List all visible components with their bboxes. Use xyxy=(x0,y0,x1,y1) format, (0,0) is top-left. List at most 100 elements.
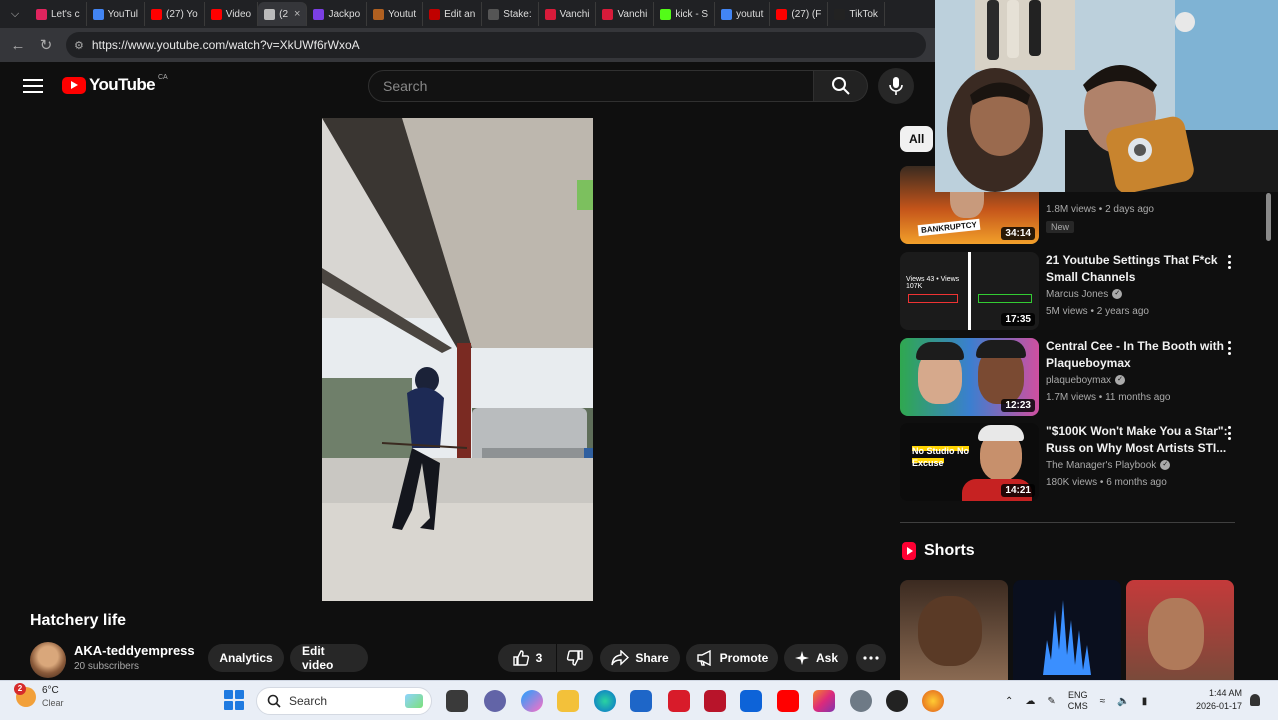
browser-tab[interactable]: Vanchi xyxy=(539,2,597,26)
site-info-icon[interactable]: ⚙ xyxy=(74,39,84,52)
shorts-header: Shorts xyxy=(902,542,975,560)
dropbox-icon[interactable] xyxy=(740,690,762,712)
notification-bell-icon[interactable] xyxy=(1250,694,1260,706)
tab-close-icon[interactable]: × xyxy=(294,8,300,20)
share-icon xyxy=(611,650,630,666)
search-button[interactable] xyxy=(814,70,868,102)
tab-label: Edit an xyxy=(444,8,476,20)
browser-tab[interactable]: (27) Yo xyxy=(145,2,205,26)
browser-tab[interactable]: (2 × xyxy=(258,2,308,26)
sidebar-scrollbar[interactable] xyxy=(1266,193,1271,241)
thumbs-down-icon xyxy=(566,650,583,666)
chat-icon[interactable] xyxy=(484,690,506,712)
short-thumbnail[interactable] xyxy=(1013,580,1121,680)
url-field[interactable]: ⚙ https://www.youtube.com/watch?v=XkUWf6… xyxy=(66,32,926,58)
file-explorer-icon[interactable] xyxy=(557,690,579,712)
recommended-video[interactable]: No Studio No Excuse 14:21 "$100K Won't M… xyxy=(900,423,1270,503)
promote-button[interactable]: Promote xyxy=(686,644,778,672)
recommended-video[interactable]: Views 43 • Views 107K 17:35 21 Youtube S… xyxy=(900,252,1270,332)
clock[interactable]: 1:44 AM 2026-01-17 xyxy=(1192,687,1242,713)
tab-search-icon[interactable]: ⌵ xyxy=(0,0,30,28)
mcafee-icon[interactable] xyxy=(704,690,726,712)
screen: ⌵ Let's c YouTul (27) Yo Video (2 × Jackpo Yout… xyxy=(0,0,1278,720)
youtube-app-icon[interactable] xyxy=(777,690,799,712)
youtube-logo[interactable]: YouTube CA xyxy=(62,74,168,95)
browser-tab[interactable]: Video xyxy=(205,2,259,26)
language-indicator[interactable]: ENG CMS xyxy=(1068,690,1088,712)
browser-tab[interactable]: Let's c xyxy=(30,2,87,26)
browser-tab[interactable]: (27) (F xyxy=(770,2,829,26)
browser-tab[interactable]: Stake: xyxy=(482,2,539,26)
video-duration: 14:21 xyxy=(1001,484,1035,497)
app-icon-red[interactable] xyxy=(668,690,690,712)
browser-tab[interactable]: Vanchi xyxy=(596,2,655,26)
browser-tab[interactable]: Jackpo xyxy=(307,2,368,26)
edit-video-button[interactable]: Edit video xyxy=(290,644,368,672)
reload-icon[interactable]: ↻ xyxy=(32,31,60,59)
edge-browser-icon[interactable] xyxy=(594,690,616,712)
browser-tab[interactable]: TikTok xyxy=(828,2,885,26)
dislike-button[interactable] xyxy=(557,644,593,672)
channel-name[interactable]: AKA-teddyempress xyxy=(74,643,195,658)
share-button[interactable]: Share xyxy=(600,644,680,672)
more-horizontal-icon xyxy=(863,656,879,660)
channel-name-text: The Manager's Playbook xyxy=(1046,460,1157,471)
url-text: https://www.youtube.com/watch?v=XkUWf6rW… xyxy=(91,38,360,52)
search-input[interactable]: Search xyxy=(368,70,814,102)
ask-button[interactable]: Ask xyxy=(784,644,848,672)
back-arrow-icon[interactable]: ← xyxy=(4,31,32,59)
tab-favicon-icon xyxy=(210,8,222,20)
youtube-play-icon xyxy=(62,76,86,94)
short-thumbnail[interactable] xyxy=(1126,580,1234,680)
chevron-up-icon[interactable]: ⌃ xyxy=(1005,696,1013,707)
video-thumbnail[interactable]: No Studio No Excuse 14:21 xyxy=(900,423,1039,501)
tab-favicon-icon xyxy=(313,8,325,20)
tab-favicon-icon xyxy=(151,8,162,20)
more-actions-button[interactable] xyxy=(856,644,886,672)
hamburger-menu-icon[interactable] xyxy=(22,76,44,96)
app-icon-orange[interactable] xyxy=(922,690,944,712)
channel-name-text: Marcus Jones xyxy=(1046,289,1109,300)
browser-tab[interactable]: Youtut xyxy=(367,2,424,26)
windows-start-icon[interactable] xyxy=(224,690,244,710)
windows-taskbar: 2 6°C Clear Search ⌃ ☁ ✎ ENG CMS ≈ 🔈 ▮ 1… xyxy=(0,680,1278,720)
recommended-video[interactable]: 12:23 Central Cee - In The Booth with Pl… xyxy=(900,338,1270,418)
like-button[interactable]: 3 xyxy=(498,644,556,672)
settings-gear-icon[interactable] xyxy=(850,690,872,712)
tab-favicon-icon xyxy=(264,8,276,20)
analytics-button[interactable]: Analytics xyxy=(208,644,284,672)
volume-icon[interactable]: 🔈 xyxy=(1117,696,1129,707)
browser-tab[interactable]: youtut xyxy=(715,2,771,26)
short-thumbnail[interactable] xyxy=(900,580,1008,680)
channel-avatar[interactable] xyxy=(30,642,66,678)
wifi-icon[interactable]: ≈ xyxy=(1100,696,1106,707)
weather-widget[interactable]: 2 6°C Clear xyxy=(14,683,64,709)
copilot-icon[interactable] xyxy=(521,690,543,712)
edit-video-label: Edit video xyxy=(302,644,334,672)
video-player[interactable] xyxy=(322,118,593,601)
more-vertical-icon[interactable] xyxy=(1222,425,1236,441)
video-thumbnail[interactable]: 12:23 xyxy=(900,338,1039,416)
youtube-logo-text: YouTube xyxy=(89,75,156,94)
task-view-icon[interactable] xyxy=(446,690,468,712)
shorts-label: Shorts xyxy=(924,542,975,559)
more-vertical-icon[interactable] xyxy=(1222,340,1236,356)
youtube-header: YouTube CA Search xyxy=(0,62,935,110)
filter-chip-all[interactable]: All xyxy=(900,126,934,152)
store-icon[interactable] xyxy=(630,690,652,712)
browser-tab[interactable]: YouTul xyxy=(87,2,145,26)
obs-icon[interactable] xyxy=(886,690,908,712)
instagram-icon[interactable] xyxy=(813,690,835,712)
voice-search-button[interactable] xyxy=(878,68,914,104)
taskbar-search[interactable]: Search xyxy=(256,687,432,715)
tab-label: youtut xyxy=(736,8,764,20)
cloud-icon[interactable]: ☁ xyxy=(1025,696,1035,707)
battery-icon[interactable]: ▮ xyxy=(1142,696,1148,707)
browser-tab[interactable]: kick - S xyxy=(654,2,716,26)
more-vertical-icon[interactable] xyxy=(1222,254,1236,270)
video-thumbnail[interactable]: Views 43 • Views 107K 17:35 xyxy=(900,252,1039,330)
browser-tab[interactable]: Edit an xyxy=(423,2,483,26)
pen-icon[interactable]: ✎ xyxy=(1047,696,1055,707)
video-title: Central Cee - In The Booth with Plaquebo… xyxy=(1046,339,1225,370)
tab-label: TikTok xyxy=(849,8,878,20)
